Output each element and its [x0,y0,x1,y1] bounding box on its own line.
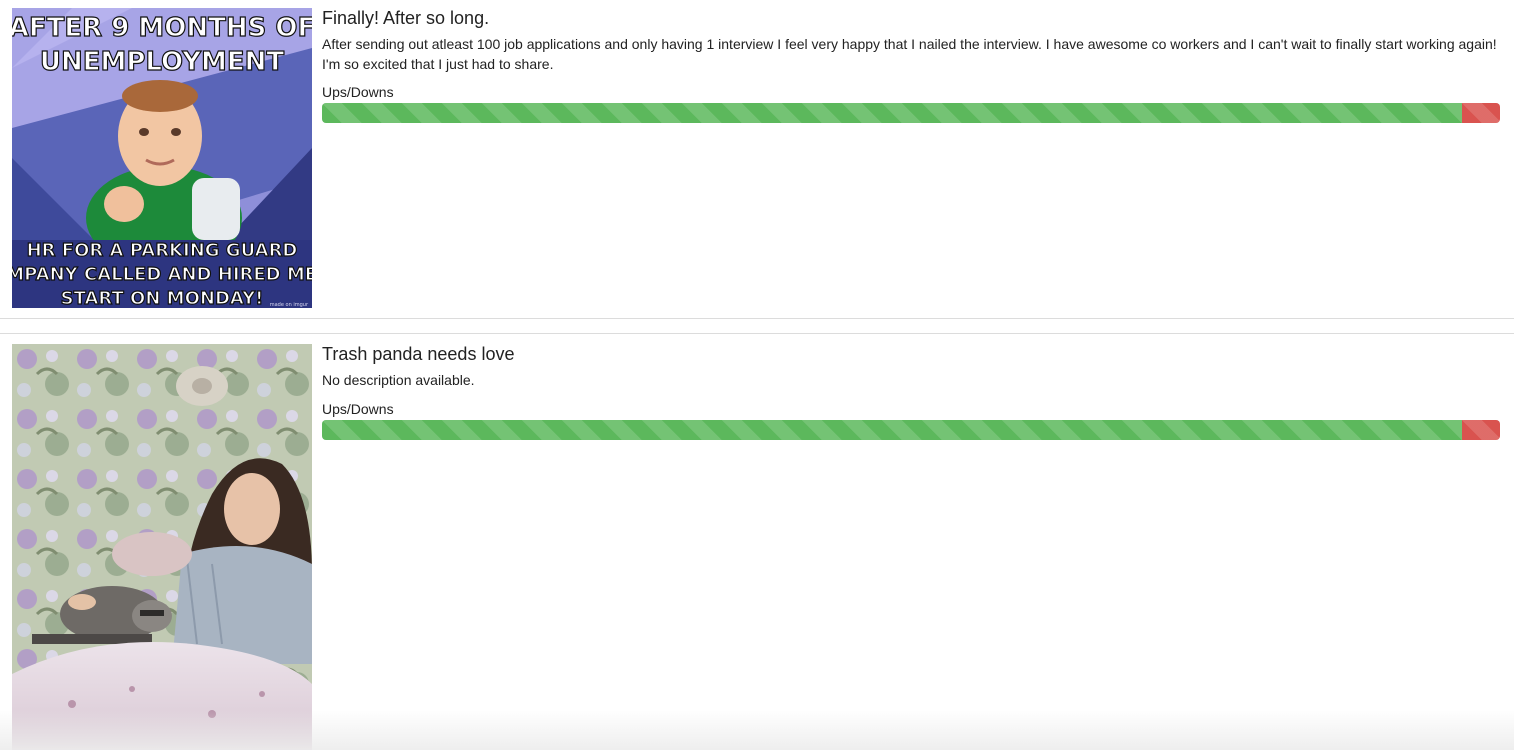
upvotes-bar [322,420,1463,440]
post-feed: AFTER 9 MONTHS OF UNEMPLOYMENT HR FOR A … [0,0,1514,750]
post-divider [0,318,1514,319]
meme-caption-bottom-2: COMPANY CALLED AND HIRED ME! I [12,264,312,285]
meme-caption-top-1: AFTER 9 MONTHS OF [12,13,312,43]
post-card: Trash panda needs love No description av… [0,334,1514,750]
upvotes-bar [322,103,1463,123]
post-title[interactable]: Finally! After so long. [322,6,1500,30]
votes-label: Ups/Downs [322,84,394,100]
meme-caption-bottom-1: HR FOR A PARKING GUARD [27,240,298,261]
raccoon-photo [12,344,312,750]
post-card: AFTER 9 MONTHS OF UNEMPLOYMENT HR FOR A … [0,0,1514,318]
post-image-meme[interactable]: AFTER 9 MONTHS OF UNEMPLOYMENT HR FOR A … [12,8,312,308]
post-title[interactable]: Trash panda needs love [322,342,1500,366]
downvotes-bar [1462,103,1500,123]
meme-watermark: made on imgur [270,302,309,308]
post-description: No description available. [322,372,475,388]
votes-progress-bar [322,420,1500,440]
post-content: Trash panda needs love No description av… [322,342,1500,440]
votes-progress-bar [322,103,1500,123]
meme-image: AFTER 9 MONTHS OF UNEMPLOYMENT HR FOR A … [12,8,312,308]
post-image-photo[interactable] [12,344,312,750]
votes-label: Ups/Downs [322,401,394,417]
post-content: Finally! After so long. After sending ou… [322,6,1500,123]
downvotes-bar [1462,420,1500,440]
post-description: After sending out atleast 100 job applic… [322,36,1497,72]
meme-caption-bottom-3: START ON MONDAY! [61,288,264,308]
meme-caption-top-2: UNEMPLOYMENT [40,47,285,77]
